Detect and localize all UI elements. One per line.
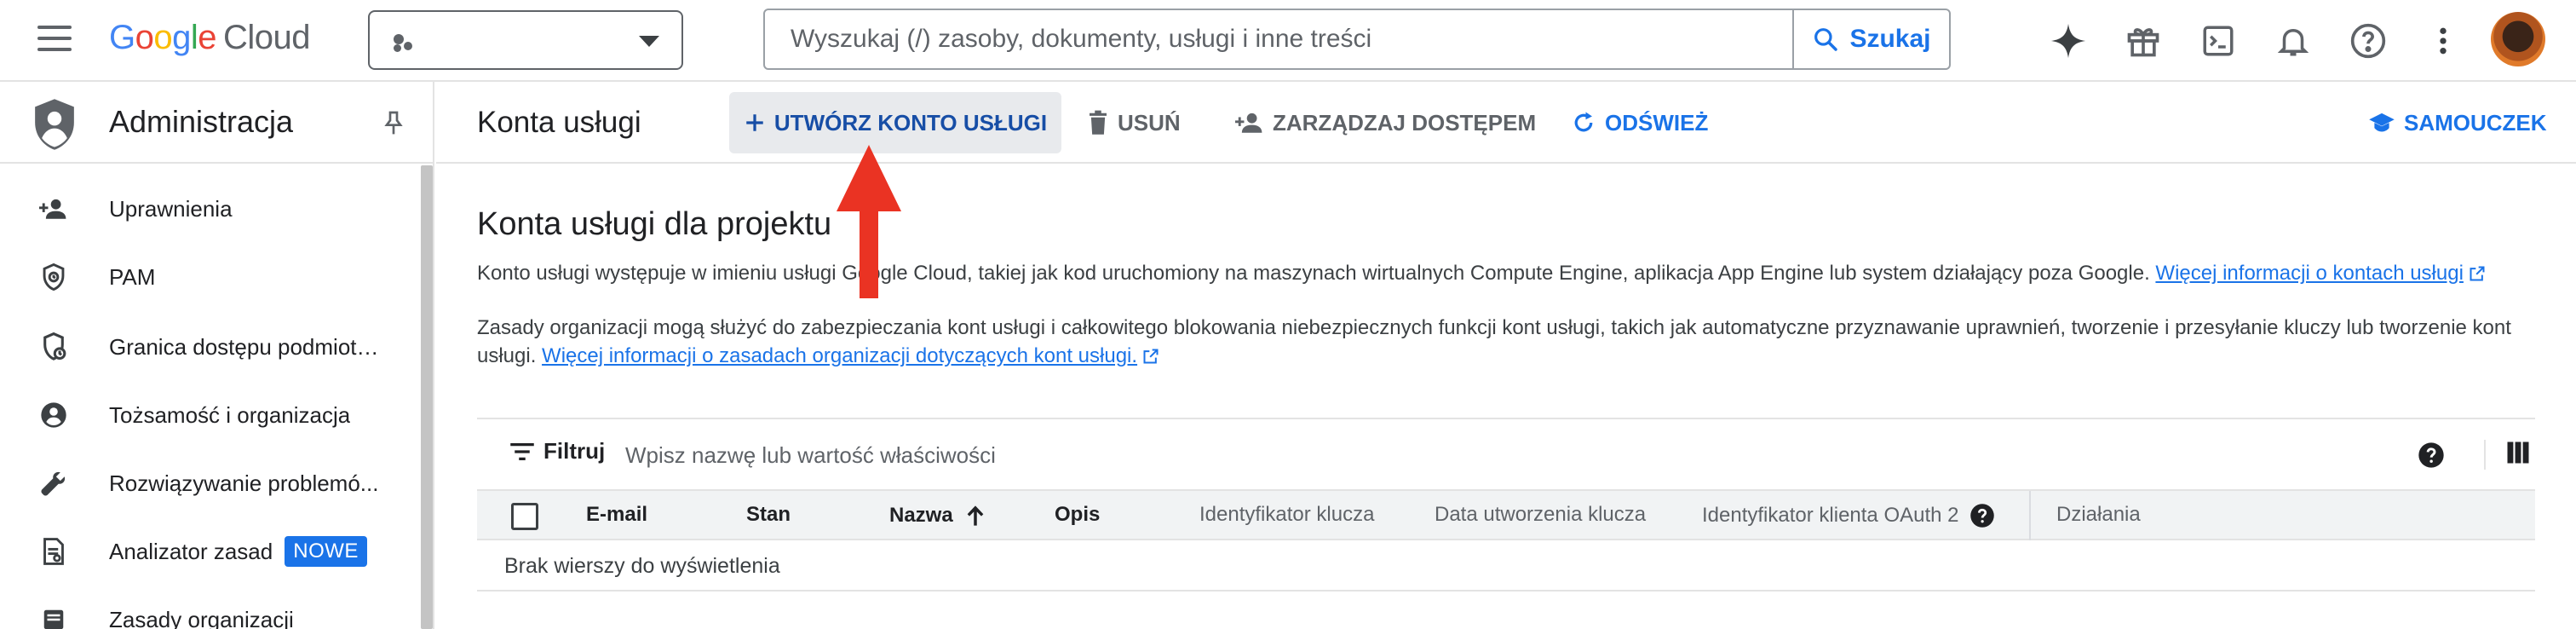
delete-icon: [1090, 110, 1107, 135]
column-header-name-label: Nazwa: [889, 504, 953, 527]
sidebar-header: Administracja: [0, 82, 433, 164]
sidebar-title: Administracja: [109, 104, 294, 139]
help-icon[interactable]: [2418, 441, 2445, 469]
google-cloud-logo[interactable]: Google Cloud: [109, 19, 311, 57]
view-column-icon: [2507, 441, 2529, 464]
search-input[interactable]: [767, 12, 1789, 66]
person-add-icon: [39, 199, 66, 219]
project-icon: [394, 32, 417, 53]
policy-doc-icon: [43, 538, 64, 565]
column-header-key-id[interactable]: Identyfikator klucza: [1199, 503, 1374, 527]
account-circle-icon: [41, 402, 66, 428]
refresh-icon: [1574, 112, 1593, 132]
sidebar-item-zasady-organizacji[interactable]: Zasady organizacji: [0, 590, 417, 629]
arrow-upward-icon: [967, 505, 984, 526]
open-in-new-icon: [2470, 266, 2485, 281]
section-heading: Konta usługi dla projektu: [477, 206, 832, 242]
service-account-description: Konto usługi występuje w imieniu usługi …: [477, 259, 2539, 287]
boundary-shield-icon: [43, 332, 66, 361]
sidebar-item-label: Rozwiązywanie problemó...: [109, 470, 379, 496]
org-policy-description: Zasady organizacji mogą służyć do zabezp…: [477, 314, 2539, 370]
open-in-new-icon: [1143, 349, 1159, 364]
tutorial-button[interactable]: SAMOUCZEK: [2368, 92, 2547, 153]
filter-bar: Filtruj: [477, 418, 2535, 491]
column-header-email[interactable]: E-mail: [586, 503, 647, 527]
learn-more-org-policies-link[interactable]: Więcej informacji o zasadach organizacji…: [542, 344, 1137, 367]
school-icon: [2369, 113, 2395, 132]
column-header-oauth-client-id[interactable]: Identyfikator klienta OAuth 2: [1702, 503, 1995, 528]
wrench-icon: [41, 471, 66, 496]
sidebar: Administracja Uprawnienia PAM Granica do…: [0, 82, 434, 629]
list-icon: [43, 609, 64, 629]
column-header-status[interactable]: Stan: [746, 503, 791, 527]
main-menu-icon[interactable]: [37, 26, 72, 55]
sidebar-item-label: PAM: [109, 263, 156, 290]
empty-table-row: Brak wierszy do wyświetlenia: [477, 540, 2535, 591]
column-header-key-created[interactable]: Data utworzenia klucza: [1435, 503, 1646, 527]
project-picker[interactable]: [368, 10, 683, 70]
table-header: E-mail Stan Nazwa Opis Identyfikator klu…: [477, 491, 2535, 540]
action-bar: Konta usługi UTWÓRZ KONTO USŁUGI USUŃ ZA…: [436, 82, 2576, 164]
person-add-icon: [1235, 113, 1262, 133]
column-header-name[interactable]: Nazwa: [889, 503, 987, 528]
description-text: Konto usługi występuje w imieniu usługi …: [477, 262, 2150, 285]
top-app-bar: GoogleCloud Szukaj: [0, 0, 2576, 82]
more-vert-icon[interactable]: [2421, 19, 2465, 63]
account-avatar[interactable]: [2491, 12, 2545, 66]
sidebar-item-label: Zasady organizacji: [109, 606, 294, 629]
gift-icon[interactable]: [2121, 19, 2165, 63]
refresh-button[interactable]: ODŚWIEŻ: [1571, 92, 1708, 153]
select-all-checkbox[interactable]: [511, 503, 538, 530]
sidebar-item-label: Granica dostępu podmiotu...: [109, 333, 382, 360]
column-divider: [2029, 491, 2031, 540]
sidebar-scrollbar[interactable]: [421, 165, 433, 629]
new-badge: NOWE: [285, 536, 367, 567]
cloud-shell-icon[interactable]: [2196, 19, 2240, 63]
sidebar-item-uprawnienia[interactable]: Uprawnienia: [0, 179, 417, 239]
delete-button[interactable]: USUŃ: [1087, 92, 1181, 153]
help-icon[interactable]: [2346, 19, 2390, 63]
sidebar-item-granica-dostepu[interactable]: Granica dostępu podmiotu...: [0, 317, 417, 377]
help-icon[interactable]: [1969, 503, 1995, 528]
delete-button-label: USUŃ: [1118, 109, 1181, 136]
filter-label: Filtruj: [543, 438, 606, 464]
filter-input[interactable]: [625, 435, 1818, 476]
empty-table-message: Brak wierszy do wyświetlenia: [504, 554, 780, 578]
sidebar-item-label: Tożsamość i organizacja: [109, 401, 351, 428]
page-title: Konta usługi: [477, 106, 641, 139]
sidebar-item-rozwiazywanie[interactable]: Rozwiązywanie problemó...: [0, 453, 417, 513]
manage-access-label: ZARZĄDZAJ DOSTĘPEM: [1273, 109, 1537, 136]
refresh-button-label: ODŚWIEŻ: [1605, 109, 1709, 136]
sidebar-item-label: Analizator zasad: [109, 538, 273, 564]
sidebar-item-tozsamosc[interactable]: Tożsamość i organizacja: [0, 385, 417, 445]
search-icon: [1814, 28, 1838, 51]
notifications-icon[interactable]: [2271, 19, 2315, 63]
sidebar-item-analizator-zasad[interactable]: Analizator zasad NOWE: [0, 522, 417, 581]
annotation-arrow: [837, 145, 901, 298]
logo-google-text: Google: [109, 19, 217, 56]
filter-list-icon: [510, 442, 534, 460]
chevron-down-icon: [639, 36, 659, 47]
search-button[interactable]: Szukaj: [1792, 10, 1949, 68]
create-button-label: UTWÓRZ KONTO USŁUGI: [773, 109, 1048, 136]
column-header-description[interactable]: Opis: [1055, 503, 1100, 527]
main-content: Konta usługi dla projektu Konto usługi w…: [436, 165, 2576, 629]
column-display-button[interactable]: [2484, 440, 2530, 470]
column-header-actions: Działania: [2056, 503, 2141, 526]
gemini-icon[interactable]: [2046, 19, 2090, 63]
manage-access-button[interactable]: ZARZĄDZAJ DOSTĘPEM: [1235, 92, 1536, 153]
plus-icon: [746, 114, 763, 131]
tutorial-button-label: SAMOUCZEK: [2404, 109, 2547, 136]
learn-more-service-accounts-link[interactable]: Więcej informacji o kontach usługi: [2155, 262, 2464, 285]
search-bar: Szukaj: [763, 9, 1951, 70]
pin-icon[interactable]: [380, 107, 407, 138]
iam-shield-icon: [35, 99, 74, 150]
shield-clock-icon: [43, 263, 65, 291]
filter-button[interactable]: Filtruj: [509, 438, 605, 465]
sidebar-item-pam[interactable]: PAM: [0, 247, 417, 307]
column-header-oauth-label: Identyfikator klienta OAuth 2: [1702, 504, 1959, 527]
logo-cloud-text: Cloud: [223, 19, 311, 56]
search-button-label: Szukaj: [1849, 25, 1931, 53]
sidebar-item-label: Uprawnienia: [109, 195, 233, 222]
